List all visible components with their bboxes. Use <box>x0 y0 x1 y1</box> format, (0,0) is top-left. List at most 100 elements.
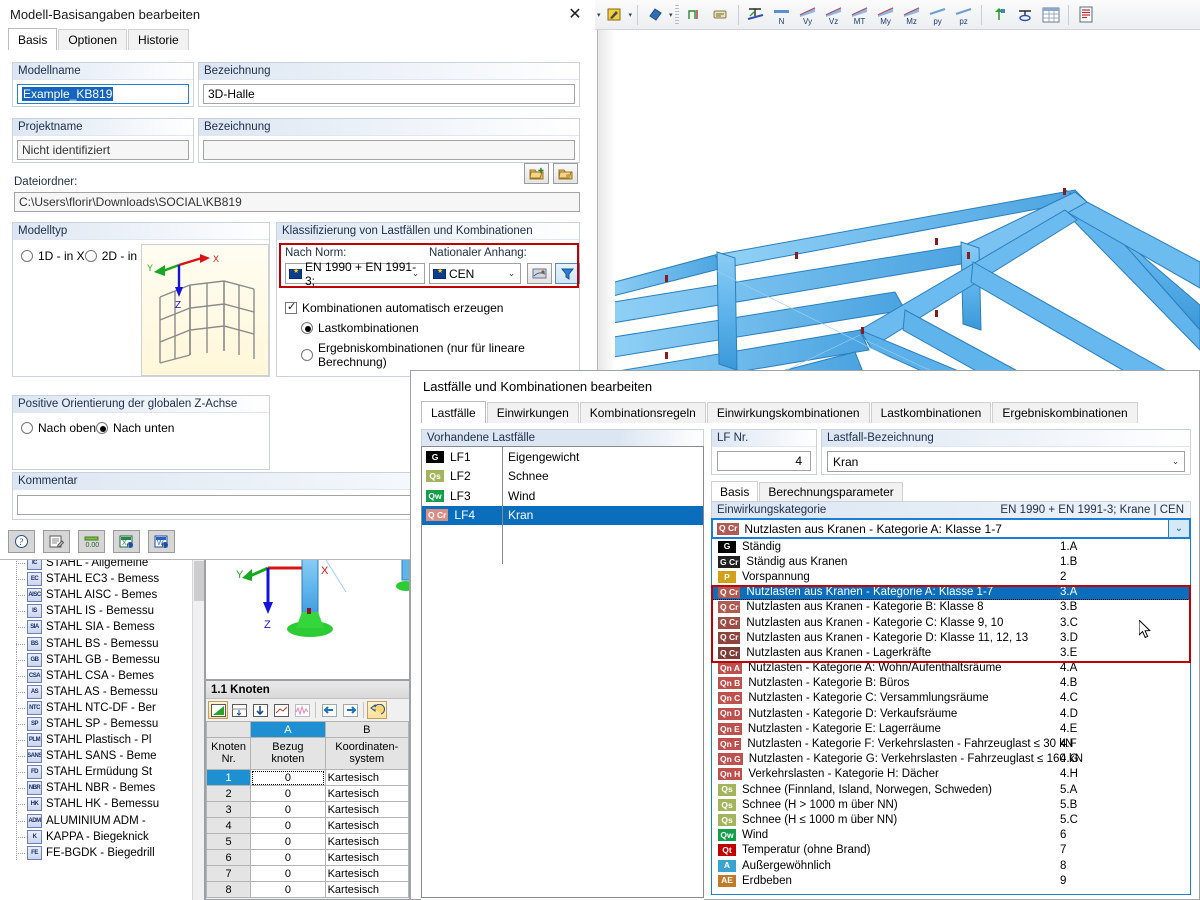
chart-icon[interactable] <box>271 701 291 719</box>
list-item-empty[interactable] <box>422 544 703 564</box>
next-icon[interactable] <box>340 701 360 719</box>
moment-My-icon[interactable]: My <box>874 3 898 27</box>
tree-item[interactable]: FE FE-BGDK - Biegedrill <box>0 844 204 861</box>
cell-koordinatensystem[interactable]: Kartesisch <box>324 833 409 850</box>
tab-lastkombinationen[interactable]: Lastkombinationen <box>870 402 992 423</box>
dropdown-option[interactable]: G Ständig 1.A <box>712 539 1190 554</box>
lf-number-input[interactable]: 4 <box>717 451 811 471</box>
dropdown-option[interactable]: G Cr Ständig aus Kranen 1.B <box>712 554 1190 569</box>
model-name-input[interactable]: Example_KB819 <box>17 84 189 104</box>
cell-bezugknoten[interactable]: 0 <box>250 865 326 882</box>
tree-item[interactable]: K KAPPA - Biegeknick <box>0 828 204 845</box>
tree-item[interactable]: HK STAHL HK - Bemessu <box>0 796 204 813</box>
tree-item[interactable]: PLM STAHL Plastisch - Pl <box>0 732 204 749</box>
support-reaction-icon[interactable] <box>1013 3 1037 27</box>
tree-item[interactable]: BS STAHL BS - Bemessu <box>0 635 204 652</box>
col-letter-b[interactable]: B <box>324 721 409 738</box>
dotted-grip[interactable] <box>674 4 679 25</box>
z-axis-radio-0[interactable]: Nach oben <box>21 421 96 435</box>
dropdown-option[interactable]: Qn F Nutzlasten - Kategorie F: Verkehrsla… <box>712 736 1190 751</box>
dropdown-option[interactable]: Qs Schnee (H > 1000 m über NN) 5.B <box>712 797 1190 812</box>
nodes-table[interactable]: A B Knoten Nr. Bezug knoten Koordinaten-sy… <box>206 721 409 898</box>
close-icon[interactable]: ✕ <box>553 0 597 28</box>
shear-force-Vz-icon[interactable]: Vz <box>822 3 846 27</box>
cell-koordinatensystem[interactable]: Kartesisch <box>324 881 409 898</box>
printout-report-icon[interactable] <box>1074 3 1098 27</box>
nodes-table-toolbar[interactable] <box>206 699 409 721</box>
dropdown-option[interactable]: Qt Temperatur (ohne Brand) 7 <box>712 843 1190 858</box>
table-row[interactable]: 4 0 Kartesisch <box>206 817 409 834</box>
deformation-pz-icon[interactable]: pz <box>952 3 976 27</box>
table-row[interactable]: 7 0 Kartesisch <box>206 865 409 882</box>
dropdown-option[interactable]: Qw Wind 6 <box>712 828 1190 843</box>
dropdown-option[interactable]: Qn E Nutzlasten - Kategorie E: Lagerräume… <box>712 721 1190 736</box>
moment-Mz-icon[interactable]: Mz <box>900 3 924 27</box>
units-icon[interactable]: 0.00 <box>78 530 105 553</box>
row-number[interactable]: 1 <box>206 769 252 786</box>
tree-scrollbar-thumb[interactable] <box>194 561 204 601</box>
project-name-input[interactable]: Nicht identifiziert <box>17 140 189 160</box>
lf-name-combobox[interactable]: Kran ⌄ <box>827 451 1185 472</box>
tree-item[interactable]: GB STAHL GB - Bemessu <box>0 651 204 668</box>
row-number[interactable]: 8 <box>206 881 252 898</box>
result-diagram-icon[interactable] <box>683 3 707 27</box>
help-icon[interactable]: ? <box>8 530 35 553</box>
dropdown-option[interactable]: Qn G Nutzlasten - Kategorie G: Verkehrsla… <box>712 752 1190 767</box>
result-table-icon[interactable] <box>1039 3 1063 27</box>
tab-einwirkungskombinationen[interactable]: Einwirkungskombinationen <box>706 402 870 423</box>
tree-item[interactable]: FD STAHL Ermüdung St <box>0 764 204 781</box>
dropdown-option[interactable]: Qn H Verkehrslasten - Kategorie H: Dächer… <box>712 767 1190 782</box>
row-number[interactable]: 6 <box>206 849 252 866</box>
tree-item[interactable]: CSA STAHL CSA - Bemes <box>0 667 204 684</box>
cell-bezugknoten[interactable]: 0 <box>250 769 326 786</box>
cell-bezugknoten[interactable]: 0 <box>250 833 326 850</box>
row-number[interactable]: 7 <box>206 865 252 882</box>
cell-koordinatensystem[interactable]: Kartesisch <box>324 865 409 882</box>
tree-item[interactable]: NTC STAHL NTC-DF - Ber <box>0 699 204 717</box>
notes-icon[interactable] <box>43 530 70 553</box>
z-axis-radio-1[interactable]: Nach unten <box>96 421 174 435</box>
model-type-radio-0[interactable]: 1D - in X <box>21 249 85 263</box>
tab-basis[interactable]: Basis <box>8 28 58 50</box>
fill-down-icon[interactable] <box>250 701 270 719</box>
cell-koordinatensystem[interactable]: Kartesisch <box>324 769 409 786</box>
tree-item[interactable]: AS STAHL AS - Bemessu <box>0 683 204 700</box>
category-combobox[interactable]: Q Cr Nutzlasten aus Kranen - Kategorie A… <box>711 518 1191 539</box>
tab-optionen[interactable]: Optionen <box>58 29 128 50</box>
tree-item[interactable]: SIA STAHL SIA - Bemess <box>0 619 204 636</box>
application-toolbar[interactable]: ▾ ▾ ▾ N Vy Vz MT My Mz py pz <box>595 0 1200 30</box>
cell-bezugknoten[interactable]: 0 <box>250 785 326 802</box>
tree-item[interactable]: ADM ALUMINIUM ADM - <box>0 812 204 829</box>
project-desc-input[interactable] <box>203 140 575 160</box>
new-folder-icon[interactable]: ✚ <box>524 163 549 184</box>
combination-options[interactable]: Lastkombinationen Ergebniskombinationen (… <box>301 321 579 375</box>
dropdown-caret-2[interactable]: ▾ <box>669 11 673 19</box>
cell-bezugknoten[interactable]: 0 <box>250 817 326 834</box>
cell-koordinatensystem[interactable]: Kartesisch <box>324 817 409 834</box>
cell-bezugknoten[interactable]: 0 <box>250 801 326 818</box>
row-number[interactable]: 3 <box>206 801 252 818</box>
chevron-down-icon-4[interactable]: ⌄ <box>1168 520 1189 537</box>
list-item-empty[interactable] <box>422 525 703 545</box>
export-excel-icon[interactable]: Xi <box>113 530 140 553</box>
model-preview-panel[interactable]: X Y Z <box>205 555 410 680</box>
dialog-bottom-toolbar[interactable]: ? 0.00 Xi Wi <box>8 530 175 553</box>
row-number[interactable]: 5 <box>206 833 252 850</box>
dropdown-option[interactable]: A Außergewöhnlich 8 <box>712 858 1190 873</box>
dropdown-option[interactable]: Qn D Nutzlasten - Kategorie D: Verkaufsrä… <box>712 706 1190 721</box>
folder-buttons[interactable]: ✚ <box>524 163 578 184</box>
previous-icon[interactable] <box>319 701 339 719</box>
tab-lastfälle[interactable]: Lastfälle <box>421 401 486 423</box>
label-icon[interactable] <box>709 3 733 27</box>
row-number[interactable]: 4 <box>206 817 252 834</box>
tab-ergebniskombinationen[interactable]: Ergebniskombinationen <box>992 402 1138 423</box>
dropdown-option[interactable]: Qn B Nutzlasten - Kategorie B: Büros 4.B <box>712 676 1190 691</box>
tree-item[interactable]: NBR STAHL NBR - Bemes <box>0 780 204 797</box>
node-deformation-icon[interactable] <box>987 3 1011 27</box>
dropdown-caret-left[interactable]: ▾ <box>597 11 601 19</box>
export-word-icon[interactable]: Wi <box>148 530 175 553</box>
edit-table-icon[interactable] <box>208 701 228 719</box>
tree-item[interactable]: AISC STAHL AISC - Bemes <box>0 587 204 604</box>
list-item[interactable]: Q Cr LF4 Kran <box>422 505 703 525</box>
dropdown-option[interactable]: P Vorspannung 2 <box>712 569 1190 584</box>
